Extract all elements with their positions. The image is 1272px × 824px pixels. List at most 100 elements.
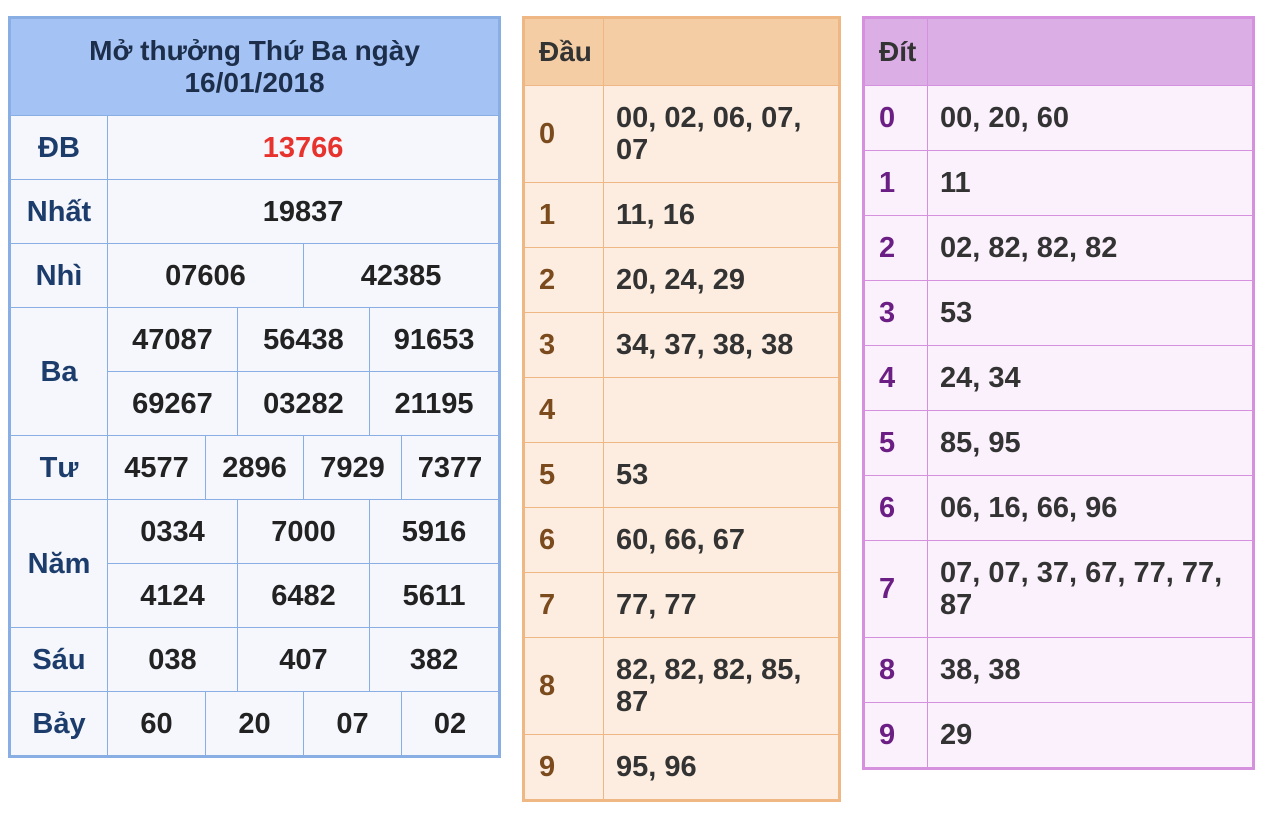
dit-key: 9 bbox=[863, 702, 928, 769]
prize-number: 60 bbox=[107, 691, 206, 757]
dit-table: Đít 0 00, 20, 60 1 11 2 02, 82, 82, 82 3… bbox=[862, 16, 1255, 770]
dit-value: 06, 16, 66, 96 bbox=[927, 475, 1254, 541]
dau-row: 4 bbox=[523, 377, 840, 443]
dau-key: 2 bbox=[523, 247, 604, 313]
dit-key: 8 bbox=[863, 637, 928, 703]
dit-key: 4 bbox=[863, 345, 928, 411]
prize-number: 7000 bbox=[237, 499, 370, 564]
dit-key: 5 bbox=[863, 410, 928, 476]
dau-row: 1 11, 16 bbox=[523, 182, 840, 248]
prize-row-nhat: Nhất 19837 bbox=[9, 179, 501, 244]
dau-row: 0 00, 02, 06, 07, 07 bbox=[523, 85, 840, 183]
dau-key: 3 bbox=[523, 312, 604, 378]
dau-row: 7 77, 77 bbox=[523, 572, 840, 638]
dau-key: 5 bbox=[523, 442, 604, 508]
dau-key: 7 bbox=[523, 572, 604, 638]
prize-label-bay: Bảy bbox=[9, 691, 108, 757]
prize-number: 56438 bbox=[237, 307, 370, 372]
dit-row: 0 00, 20, 60 bbox=[863, 85, 1254, 151]
dit-key: 1 bbox=[863, 150, 928, 216]
dau-key: 1 bbox=[523, 182, 604, 248]
dau-key: 8 bbox=[523, 637, 604, 735]
lottery-results-table: Mở thưởng Thứ Ba ngày 16/01/2018 ĐB 1376… bbox=[8, 16, 502, 758]
prize-number: 03282 bbox=[237, 371, 370, 436]
dit-value: 07, 07, 37, 67, 77, 77, 87 bbox=[927, 540, 1254, 638]
prize-number: 4124 bbox=[107, 563, 238, 628]
prize-label-nhi: Nhì bbox=[9, 243, 108, 308]
dau-value: 34, 37, 38, 38 bbox=[603, 312, 840, 378]
dit-key: 7 bbox=[863, 540, 928, 638]
dau-row: 2 20, 24, 29 bbox=[523, 247, 840, 313]
dau-value: 82, 82, 82, 85, 87 bbox=[603, 637, 840, 735]
dit-key: 2 bbox=[863, 215, 928, 281]
prize-row-db: ĐB 13766 bbox=[9, 115, 501, 180]
prize-label-db: ĐB bbox=[9, 115, 108, 180]
prize-number: 5916 bbox=[368, 499, 501, 564]
prize-number: 5611 bbox=[368, 563, 501, 628]
results-title: Mở thưởng Thứ Ba ngày 16/01/2018 bbox=[8, 17, 501, 116]
dau-key: 6 bbox=[523, 507, 604, 573]
dau-value: 00, 02, 06, 07, 07 bbox=[603, 85, 840, 183]
dit-row: 6 06, 16, 66, 96 bbox=[863, 475, 1254, 541]
dit-row: 1 11 bbox=[863, 150, 1254, 216]
dit-value: 85, 95 bbox=[927, 410, 1254, 476]
prize-label-ba: Ba bbox=[9, 307, 108, 436]
dit-key: 0 bbox=[863, 85, 928, 151]
dau-header-row: Đầu bbox=[523, 17, 840, 86]
dau-value: 60, 66, 67 bbox=[603, 507, 840, 573]
prize-row-ba: Ba 47087 56438 91653 bbox=[9, 307, 501, 436]
dau-value: 53 bbox=[603, 442, 840, 508]
dau-value: 11, 16 bbox=[603, 182, 840, 248]
dit-value: 00, 20, 60 bbox=[927, 85, 1254, 151]
results-title-line1: Mở thưởng Thứ Ba ngày bbox=[89, 35, 420, 66]
prize-row-bay: Bảy 60 20 07 02 bbox=[9, 691, 501, 757]
prize-number: 4577 bbox=[107, 435, 206, 500]
dau-row: 3 34, 37, 38, 38 bbox=[523, 312, 840, 378]
dau-value bbox=[603, 377, 840, 443]
dau-key: 9 bbox=[523, 734, 604, 801]
prize-label-nhat: Nhất bbox=[9, 179, 108, 244]
prize-number: 42385 bbox=[302, 243, 501, 308]
prize-number: 038 bbox=[107, 627, 238, 692]
dau-header: Đầu bbox=[523, 17, 604, 86]
prize-number: 20 bbox=[205, 691, 304, 757]
prize-number: 7929 bbox=[303, 435, 402, 500]
dit-key: 3 bbox=[863, 280, 928, 346]
dau-row: 8 82, 82, 82, 85, 87 bbox=[523, 637, 840, 735]
dit-row: 3 53 bbox=[863, 280, 1254, 346]
prize-number: 19837 bbox=[106, 179, 501, 244]
dau-value: 77, 77 bbox=[603, 572, 840, 638]
dau-value: 95, 96 bbox=[603, 734, 840, 801]
prize-number: 7377 bbox=[400, 435, 501, 500]
dit-value: 29 bbox=[927, 702, 1254, 769]
dit-header-value bbox=[927, 17, 1254, 86]
dau-value: 20, 24, 29 bbox=[603, 247, 840, 313]
dit-header-row: Đít bbox=[863, 17, 1254, 86]
dit-row: 4 24, 34 bbox=[863, 345, 1254, 411]
prize-number: 07 bbox=[303, 691, 402, 757]
prize-label-tu: Tư bbox=[9, 435, 108, 500]
dit-value: 02, 82, 82, 82 bbox=[927, 215, 1254, 281]
dit-row: 7 07, 07, 37, 67, 77, 77, 87 bbox=[863, 540, 1254, 638]
prize-number: 407 bbox=[237, 627, 370, 692]
dit-value: 53 bbox=[927, 280, 1254, 346]
dit-value: 11 bbox=[927, 150, 1254, 216]
dit-value: 38, 38 bbox=[927, 637, 1254, 703]
prize-number: 02 bbox=[400, 691, 501, 757]
prize-label-nam: Năm bbox=[9, 499, 108, 628]
results-date: 16/01/2018 bbox=[184, 67, 325, 98]
dit-header: Đít bbox=[863, 17, 928, 86]
dit-value: 24, 34 bbox=[927, 345, 1254, 411]
dau-header-value bbox=[603, 17, 840, 86]
prize-number: 47087 bbox=[107, 307, 238, 372]
dit-row: 8 38, 38 bbox=[863, 637, 1254, 703]
prize-number: 0334 bbox=[107, 499, 238, 564]
prize-number: 382 bbox=[368, 627, 501, 692]
prize-label-sau: Sáu bbox=[9, 627, 108, 692]
prize-row-tu: Tư 4577 2896 7929 7377 bbox=[9, 435, 501, 500]
dau-row: 5 53 bbox=[523, 442, 840, 508]
dau-row: 6 60, 66, 67 bbox=[523, 507, 840, 573]
dau-table: Đầu 0 00, 02, 06, 07, 07 1 11, 16 2 20, … bbox=[522, 16, 841, 802]
prize-number: 2896 bbox=[205, 435, 304, 500]
special-prize-number: 13766 bbox=[106, 115, 501, 180]
